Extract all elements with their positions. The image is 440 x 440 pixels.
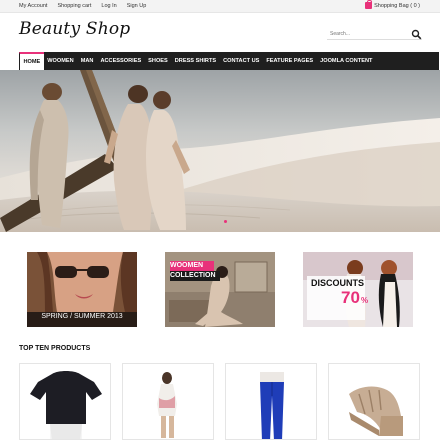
product-image-black-top — [30, 371, 102, 439]
hero-slider[interactable] — [0, 70, 440, 232]
women-caption-line1: WOOMEN — [170, 262, 204, 269]
main-navigation: HOME WOOMEN MAN ACCESSORIES SHOES DRESS … — [19, 52, 439, 70]
shopping-bag-label: Shopping Bag ( 0 ) — [374, 2, 420, 9]
spring-summer-caption: SPRING / SUMMER 2013 — [41, 313, 123, 320]
search-box — [327, 28, 422, 40]
top-bar: My Account Shopping cart Log In Sign Up … — [0, 0, 440, 13]
nav-item-home[interactable]: HOME — [19, 52, 44, 70]
shopping-bag[interactable]: Shopping Bag ( 0 ) — [365, 0, 420, 9]
login-link[interactable]: Log In — [101, 3, 116, 9]
nav-item-women[interactable]: WOOMEN — [44, 52, 77, 70]
spring-summer-banner[interactable]: SPRING / SUMMER 2013 — [27, 252, 137, 327]
discount-unit: % — [361, 296, 369, 305]
shopping-cart-link[interactable]: Shopping cart — [57, 3, 91, 9]
women-collection-banner[interactable]: WOOMEN COLLECTION — [165, 252, 275, 327]
shopping-bag-icon — [365, 0, 373, 9]
site-logo[interactable]: Beauty Shop — [19, 19, 130, 39]
product-card[interactable] — [328, 363, 420, 440]
hero-image — [0, 70, 440, 232]
my-account-link[interactable]: My Account — [19, 3, 47, 9]
nav-item-shoes[interactable]: SHOES — [145, 52, 172, 70]
product-image-floral-top — [157, 372, 177, 438]
nav-item-joomla-content[interactable]: JOOMLA CONTENT — [317, 52, 376, 70]
product-card[interactable] — [122, 363, 214, 440]
slider-dots — [224, 220, 227, 223]
nav-item-contact-us[interactable]: CONTACT US — [220, 52, 263, 70]
account-links: My Account Shopping cart Log In Sign Up — [19, 3, 146, 9]
nav-item-man[interactable]: MAN — [77, 52, 97, 70]
product-image-blue-jeans — [260, 372, 284, 439]
signup-link[interactable]: Sign Up — [127, 3, 147, 9]
product-card[interactable] — [225, 363, 317, 440]
discounts-banner[interactable]: DISCOUNTS 70 % — [303, 252, 413, 327]
top-products-title: TOP TEN PRODUCTS — [19, 345, 91, 352]
product-image-wedge-sandal — [349, 386, 403, 436]
product-card[interactable] — [19, 363, 111, 440]
nav-item-dress-shirts[interactable]: DRESS SHIRTS — [171, 52, 219, 70]
nav-item-accessories[interactable]: ACCESSORIES — [97, 52, 145, 70]
slider-dot[interactable] — [224, 220, 227, 223]
discount-value: 70 — [341, 288, 360, 307]
nav-item-feature-pages[interactable]: FEATURE PAGES — [263, 52, 317, 70]
women-caption-line2: COLLECTION — [170, 272, 216, 279]
search-button[interactable] — [411, 28, 422, 40]
search-icon — [411, 29, 422, 40]
discount-label: DISCOUNTS — [311, 278, 365, 288]
search-input[interactable] — [330, 30, 405, 38]
